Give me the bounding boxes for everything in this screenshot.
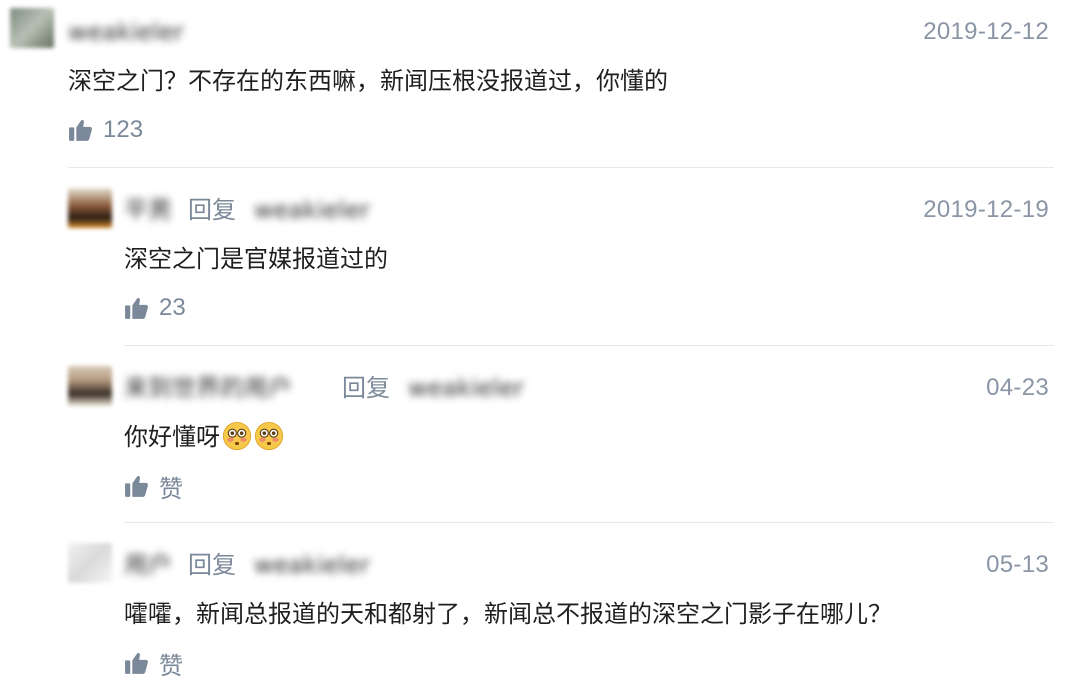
divider — [68, 167, 1054, 168]
avatar[interactable] — [68, 543, 112, 583]
divider — [124, 522, 1054, 523]
comment-date: 2019-12-19 — [923, 196, 1049, 223]
comment-text: 深空之门是官媒报道过的 — [124, 245, 388, 273]
flushed-face-emoji-icon — [222, 421, 252, 451]
reply-label: 回复 — [188, 196, 236, 224]
thumbs-up-icon — [69, 119, 92, 141]
comment-date: 04-23 — [986, 374, 1049, 401]
like-button[interactable]: 123 — [68, 114, 143, 146]
like-count: 123 — [103, 116, 144, 143]
like-button[interactable]: 赞 — [124, 647, 183, 680]
divider — [124, 345, 1054, 346]
reply-username[interactable]: 平男 — [124, 194, 172, 226]
reply-label: 回复 — [342, 374, 390, 402]
comment-text-content: 你好懂呀 — [124, 423, 220, 451]
like-label: 赞 — [159, 652, 183, 680]
thumbs-up-icon — [125, 652, 148, 674]
thumbs-up-icon — [125, 475, 148, 497]
reply-target-username[interactable]: weakieler — [408, 372, 524, 404]
comment-item: weakieler 2019-12-12 深空之门？不存在的东西嘛，新闻压根没报… — [0, 0, 1080, 170]
like-button[interactable]: 赞 — [124, 470, 183, 503]
reply-username[interactable]: 来到世界的用户 — [124, 372, 292, 404]
comment-text: 深空之门？不存在的东西嘛，新闻压根没报道过，你懂的 — [68, 67, 668, 95]
like-button[interactable]: 23 — [124, 292, 186, 324]
reply-item: 平男 回复 weakieler 2019-12-19 深空之门是官媒报道过的 2… — [0, 180, 1080, 340]
avatar[interactable] — [68, 366, 112, 406]
reply-target-username[interactable]: weakieler — [254, 194, 370, 226]
avatar[interactable] — [10, 8, 54, 48]
avatar[interactable] — [68, 188, 112, 228]
reply-label: 回复 — [188, 551, 236, 579]
reply-username[interactable]: 用户 — [124, 549, 172, 581]
comment-text: 你好懂呀 — [124, 420, 284, 454]
comment-date: 05-13 — [986, 551, 1049, 578]
comment-username[interactable]: weakieler — [68, 16, 184, 48]
like-label: 赞 — [159, 475, 183, 503]
flushed-face-emoji-icon — [254, 421, 284, 451]
reply-item: 用户 回复 weakieler 05-13 嚯嚯，新闻总报道的天和都射了，新闻总… — [0, 535, 1080, 689]
comment-date: 2019-12-12 — [923, 18, 1049, 45]
thumbs-up-icon — [125, 297, 148, 319]
reply-item: 来到世界的用户 回复 weakieler 04-23 你好懂呀 赞 — [0, 358, 1080, 518]
comment-text: 嚯嚯，新闻总报道的天和都射了，新闻总不报道的深空之门影子在哪儿？ — [124, 600, 892, 628]
reply-target-username[interactable]: weakieler — [254, 549, 370, 581]
like-count: 23 — [159, 294, 186, 321]
